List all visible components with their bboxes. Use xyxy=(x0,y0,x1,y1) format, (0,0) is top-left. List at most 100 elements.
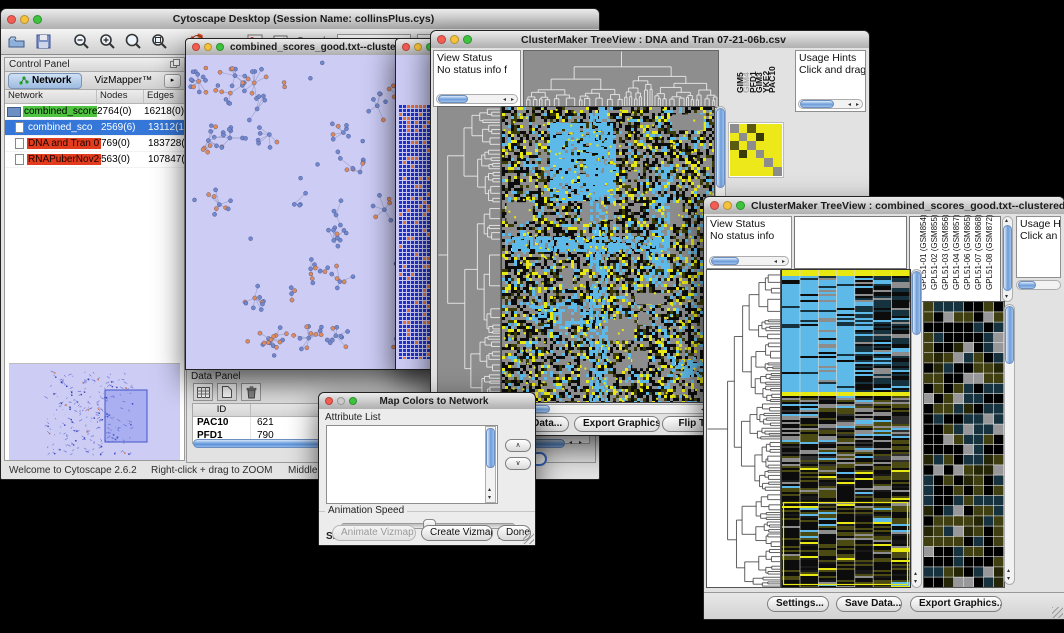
matrix-cell[interactable] xyxy=(773,124,782,133)
matrix-cell[interactable] xyxy=(764,167,773,176)
scroll-down-icon[interactable]: ▾ xyxy=(488,495,491,501)
save-icon[interactable] xyxy=(33,33,53,51)
matrix-cell[interactable] xyxy=(739,167,748,176)
open-file-icon[interactable] xyxy=(7,33,27,51)
matrix-cell[interactable] xyxy=(764,133,773,142)
create-vizmap-button[interactable]: Create Vizmap xyxy=(421,525,493,541)
matrix-cell[interactable] xyxy=(747,124,756,133)
scroll-up-icon[interactable]: ▴ xyxy=(488,487,491,493)
heatmap-vscrollbar[interactable]: ▴ ▾ xyxy=(911,269,922,588)
close-button[interactable] xyxy=(192,43,200,51)
select-attributes-icon[interactable] xyxy=(193,383,213,401)
scroll-down-icon[interactable]: ▾ xyxy=(1005,294,1008,300)
scroll-up-icon[interactable]: ▴ xyxy=(1005,218,1008,224)
float-panel-icon[interactable] xyxy=(170,59,180,70)
matrix-cell[interactable] xyxy=(739,141,748,150)
attr-col-id[interactable]: ID xyxy=(193,404,251,416)
matrix-cell[interactable] xyxy=(756,158,765,167)
zoom-button[interactable] xyxy=(736,201,745,210)
matrix-cell[interactable] xyxy=(764,124,773,133)
network-graph[interactable] xyxy=(186,55,430,367)
matrix-cell[interactable] xyxy=(747,133,756,142)
treeview2-titlebar[interactable]: ClusterMaker TreeView : combined_scores_… xyxy=(704,197,1064,215)
matrix-cell[interactable] xyxy=(747,141,756,150)
zoom-button[interactable] xyxy=(349,397,357,405)
hscroll-thumb[interactable] xyxy=(1018,281,1036,289)
zoom-button[interactable] xyxy=(216,43,224,51)
animate-vizmap-button[interactable]: Animate Vizmap xyxy=(332,525,416,541)
zoom-out-icon[interactable] xyxy=(71,33,91,51)
matrix-cell[interactable] xyxy=(739,133,748,142)
matrix-cell[interactable] xyxy=(756,124,765,133)
close-button[interactable] xyxy=(437,35,446,44)
matrix-cell[interactable] xyxy=(773,150,782,159)
zoom-fit-icon[interactable] xyxy=(123,33,143,51)
row-dendrogram[interactable] xyxy=(437,106,501,403)
matrix-cell[interactable] xyxy=(747,167,756,176)
column-dendrogram[interactable] xyxy=(523,50,719,108)
main-titlebar[interactable]: Cytoscape Desktop (Session Name: collins… xyxy=(1,9,599,30)
network-list-row[interactable]: RNAPuberNov2+! 563(0) 107847(0) xyxy=(5,152,184,168)
scroll-right-icon[interactable]: ▸ xyxy=(579,440,582,446)
scroll-up-icon[interactable]: ▴ xyxy=(1007,568,1010,574)
scroll-left-icon[interactable]: ◂ xyxy=(848,102,851,108)
scroll-left-icon[interactable]: ◂ xyxy=(503,97,506,103)
matrix-cell[interactable] xyxy=(773,141,782,150)
matrix-cell[interactable] xyxy=(730,133,739,142)
minimize-button[interactable] xyxy=(723,201,732,210)
network-overview-pane[interactable] xyxy=(9,363,180,460)
close-button[interactable] xyxy=(325,397,333,405)
matrix-cell[interactable] xyxy=(730,158,739,167)
column-dendrogram-area[interactable] xyxy=(794,216,907,269)
save-data-button[interactable]: Save Data... xyxy=(836,596,902,612)
col-network[interactable]: Network xyxy=(5,90,97,103)
zoom-selected-icon[interactable] xyxy=(149,33,169,51)
hscroll-thumb[interactable] xyxy=(711,257,739,265)
vscroll-thumb[interactable] xyxy=(716,108,725,188)
vscroll-thumb[interactable] xyxy=(486,428,495,468)
scroll-down-icon[interactable]: ▾ xyxy=(914,579,917,585)
matrix-cell[interactable] xyxy=(747,158,756,167)
column-label[interactable]: PAC10 xyxy=(767,66,777,93)
heatmap-canvas[interactable] xyxy=(781,269,911,588)
hscroll-thumb[interactable] xyxy=(800,100,834,108)
col-edges[interactable]: Edges xyxy=(144,90,184,103)
tab-vizmapper[interactable]: VizMapper™ xyxy=(82,75,164,86)
list-vscrollbar[interactable]: ▴ ▾ xyxy=(485,426,496,503)
heatmap-canvas[interactable] xyxy=(501,106,715,403)
column-label[interactable]: GPL51-08 (GSM872) xyxy=(985,214,994,290)
treeview1-titlebar[interactable]: ClusterMaker TreeView : DNA and Tran 07-… xyxy=(431,31,869,49)
matrix-cell[interactable] xyxy=(756,141,765,150)
genelist-vscrollbar[interactable]: ▴ ▾ xyxy=(1004,304,1015,585)
new-attribute-icon[interactable] xyxy=(217,383,237,401)
matrix-cell[interactable] xyxy=(730,141,739,150)
matrix-cell[interactable] xyxy=(739,158,748,167)
close-button[interactable] xyxy=(7,15,16,24)
minimize-button[interactable] xyxy=(337,397,345,405)
zoom-button[interactable] xyxy=(33,15,42,24)
zoom-in-icon[interactable] xyxy=(97,33,117,51)
minimize-button[interactable] xyxy=(450,35,459,44)
matrix-cell[interactable] xyxy=(730,124,739,133)
matrix-cell[interactable] xyxy=(730,150,739,159)
move-up-button[interactable]: ∧ xyxy=(505,439,531,452)
matrix-cell[interactable] xyxy=(773,133,782,142)
move-down-button[interactable]: ∨ xyxy=(505,457,531,470)
minimize-button[interactable] xyxy=(20,15,29,24)
matrix-cell[interactable] xyxy=(747,150,756,159)
network-list-row[interactable]: combined_scores 2764(0) 16218(0) xyxy=(5,104,184,120)
matrix-cell[interactable] xyxy=(764,150,773,159)
settings-button[interactable]: Settings... xyxy=(767,596,829,612)
matrix-cell[interactable] xyxy=(739,150,748,159)
labels-vscrollbar[interactable]: ▴ ▾ xyxy=(1002,216,1013,302)
minimize-button[interactable] xyxy=(204,43,212,51)
tabs-overflow-button[interactable]: ▸ xyxy=(164,74,181,88)
vscroll-thumb[interactable] xyxy=(1003,225,1012,291)
matrix-cell[interactable] xyxy=(773,158,782,167)
hscroll-thumb[interactable] xyxy=(438,95,468,103)
matrix-cell[interactable] xyxy=(764,141,773,150)
scroll-left-icon[interactable]: ◂ xyxy=(774,259,777,265)
zoom-button[interactable] xyxy=(463,35,472,44)
dense-network-canvas[interactable] xyxy=(398,103,432,359)
matrix-cell[interactable] xyxy=(756,150,765,159)
